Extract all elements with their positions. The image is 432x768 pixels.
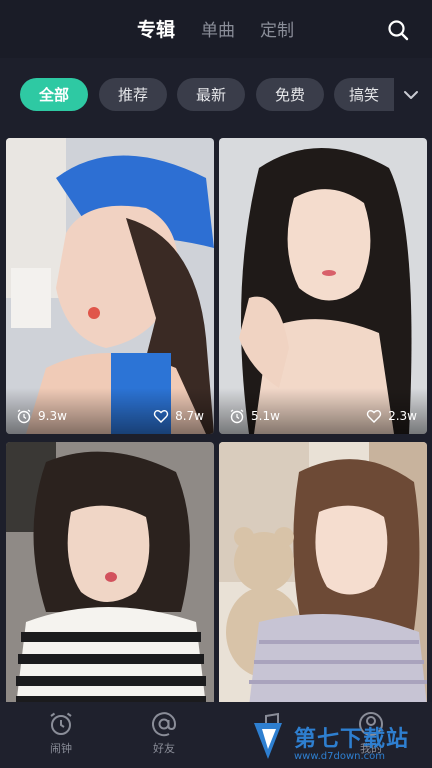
search-icon[interactable]	[386, 18, 410, 42]
album-card[interactable]: 5.1w 2.3w	[219, 138, 427, 434]
watermark-logo-icon	[254, 723, 282, 759]
top-tab-bar: 专辑 单曲 定制	[0, 0, 432, 58]
album-cover-image	[219, 442, 427, 706]
filter-chip-funny[interactable]: 搞笑	[334, 78, 394, 111]
album-cover-image	[6, 442, 214, 706]
tab-custom[interactable]: 定制	[260, 16, 294, 41]
likes-stat: 2.3w	[366, 408, 417, 424]
alarm-clock-icon	[230, 409, 244, 424]
nav-item-friends[interactable]: 好友	[134, 710, 194, 756]
filter-chip-free[interactable]: 免费	[256, 78, 324, 111]
album-card[interactable]: 9.3w 8.7w	[6, 138, 214, 434]
alarm-clock-icon	[17, 409, 31, 424]
plays-count: 9.3w	[38, 409, 67, 423]
chevron-down-icon[interactable]	[400, 84, 422, 106]
filter-chip-recommended[interactable]: 推荐	[99, 78, 167, 111]
plays-stat: 5.1w	[229, 408, 280, 424]
album-card[interactable]	[219, 442, 427, 706]
nav-item-alarm[interactable]: 闹钟	[31, 710, 91, 756]
likes-count: 8.7w	[175, 409, 204, 423]
watermark-title: 第七下载站	[294, 726, 410, 752]
heart-icon[interactable]	[153, 408, 169, 424]
album-grid: 9.3w 8.7w 5.1w 2.3w	[0, 138, 432, 706]
at-sign-icon	[152, 712, 177, 737]
likes-stat: 8.7w	[153, 408, 204, 424]
heart-icon[interactable]	[366, 408, 382, 424]
tab-album[interactable]: 专辑	[137, 15, 175, 42]
nav-label-alarm: 闹钟	[50, 742, 72, 755]
album-card[interactable]	[6, 442, 214, 706]
alarm-clock-icon	[50, 712, 72, 735]
likes-count: 2.3w	[388, 409, 417, 423]
plays-stat: 9.3w	[16, 408, 67, 424]
nav-label-friends: 好友	[153, 742, 175, 755]
tab-single[interactable]: 单曲	[201, 16, 235, 41]
category-filter-bar: 全部 推荐 最新 免费 搞笑	[0, 58, 432, 132]
filter-chip-latest[interactable]: 最新	[177, 78, 245, 111]
filter-chip-all[interactable]: 全部	[20, 78, 88, 111]
site-watermark: 第七下载站 www.d7down.com	[248, 716, 428, 766]
plays-count: 5.1w	[251, 409, 280, 423]
